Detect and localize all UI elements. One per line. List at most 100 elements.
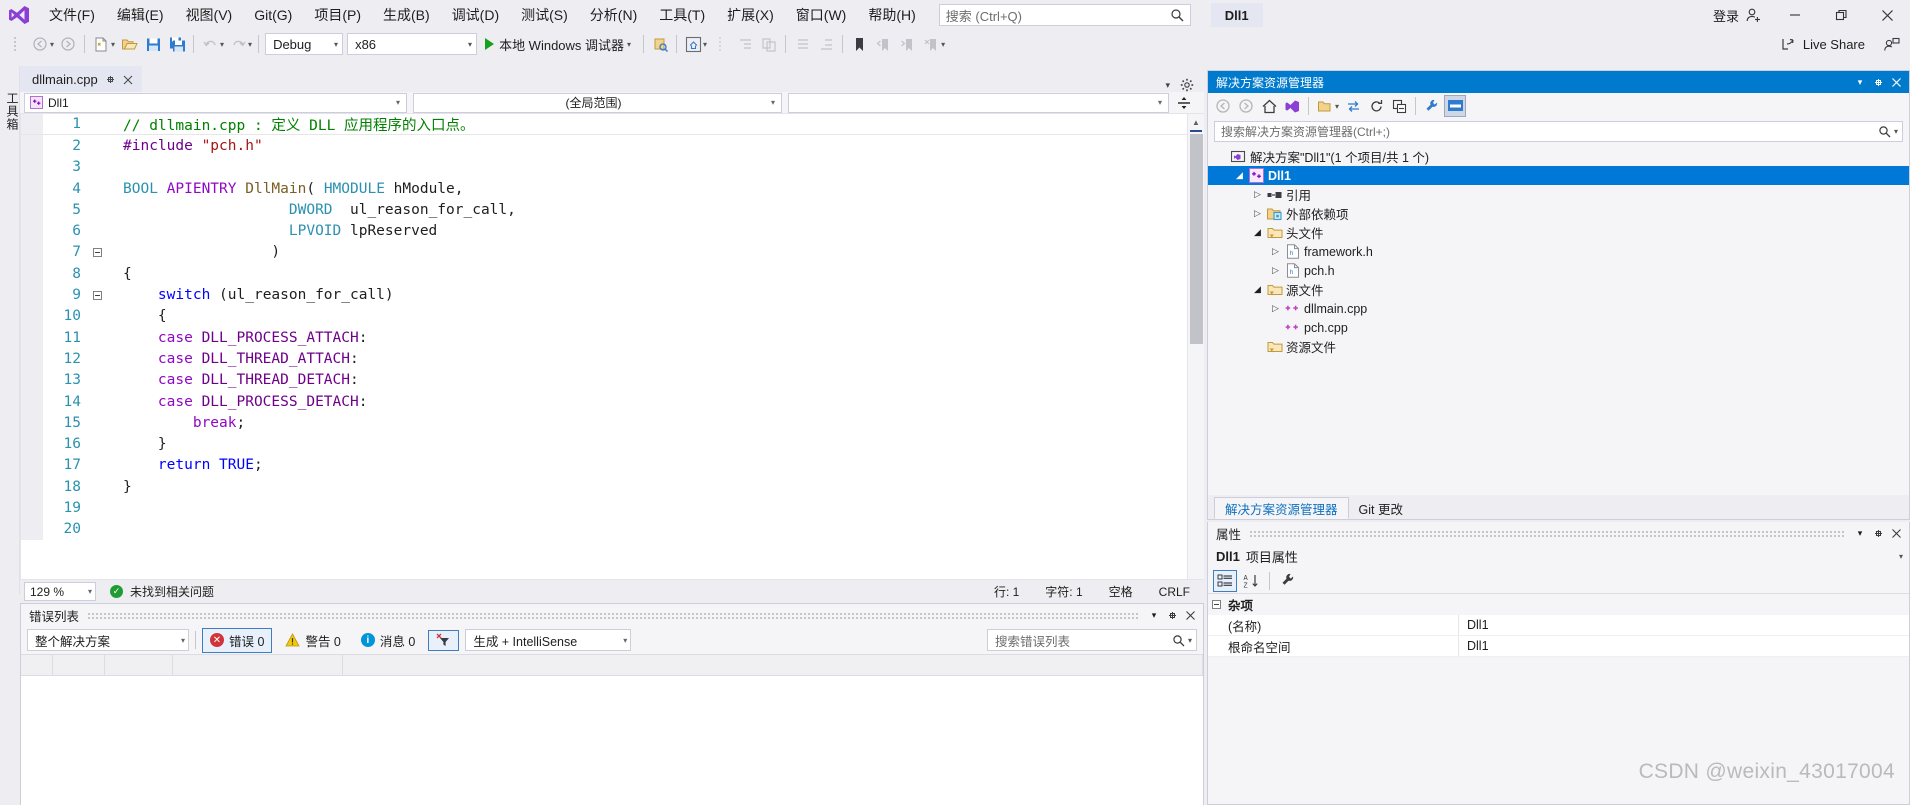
pin-panel-icon[interactable] bbox=[1869, 524, 1887, 542]
chevron-right-icon[interactable]: ▷ bbox=[1268, 246, 1283, 257]
menu-tools[interactable]: 工具(T) bbox=[648, 1, 716, 29]
property-group-misc[interactable]: 杂项 bbox=[1208, 594, 1909, 615]
properties-object-select[interactable]: Dll1 项目属性 ▾ bbox=[1208, 544, 1909, 568]
editor-gutter[interactable] bbox=[21, 199, 43, 221]
redo-caret-icon[interactable]: ▾ bbox=[248, 40, 252, 49]
clear-filters-button[interactable] bbox=[428, 629, 460, 651]
new-project-icon[interactable] bbox=[90, 33, 112, 55]
tree-item-filter-folder[interactable]: ◢ 源文件 bbox=[1208, 280, 1909, 299]
chevron-right-icon[interactable]: ▷ bbox=[1250, 189, 1265, 200]
document-tab-dllmain-cpp[interactable]: dllmain.cpp bbox=[20, 66, 142, 92]
menu-project[interactable]: 项目(P) bbox=[303, 1, 372, 29]
code-line[interactable]: 5 DWORD ul_reason_for_call, bbox=[21, 199, 1204, 221]
code-line[interactable]: 8{ bbox=[21, 263, 1204, 285]
code-line[interactable]: 15 break; bbox=[21, 412, 1204, 434]
refresh-icon[interactable] bbox=[1365, 95, 1387, 117]
editor-gutter[interactable] bbox=[21, 114, 43, 135]
tab-solution-explorer[interactable]: 解决方案资源管理器 bbox=[1214, 497, 1349, 519]
toolbar-grip-2[interactable] bbox=[710, 33, 732, 55]
menu-extensions[interactable]: 扩展(X) bbox=[716, 1, 785, 29]
new-project-caret-icon[interactable]: ▾ bbox=[111, 40, 115, 49]
column-severity[interactable] bbox=[105, 655, 173, 675]
save-all-icon[interactable] bbox=[166, 33, 188, 55]
chevron-down-icon[interactable]: ◢ bbox=[1232, 170, 1247, 181]
errors-filter-button[interactable]: ✕ 错误 0 bbox=[202, 627, 273, 653]
forward-icon[interactable] bbox=[1235, 95, 1257, 117]
editor-gutter[interactable] bbox=[21, 497, 43, 519]
search-options-caret-icon[interactable]: ▾ bbox=[1894, 127, 1898, 136]
navbar-scope-select[interactable]: (全局范围) ▾ bbox=[413, 92, 782, 113]
editor-gutter[interactable] bbox=[21, 305, 43, 327]
menu-debug[interactable]: 调试(D) bbox=[441, 1, 510, 29]
menu-file[interactable]: 文件(F) bbox=[38, 1, 106, 29]
chevron-right-icon[interactable]: ▷ bbox=[1250, 208, 1265, 219]
tree-item-cpp-file[interactable]: pch.cpp bbox=[1208, 318, 1909, 337]
panel-menu-icon[interactable]: ▾ bbox=[1851, 524, 1869, 542]
editor-gutter[interactable] bbox=[21, 241, 43, 264]
menu-analyze[interactable]: 分析(N) bbox=[579, 1, 648, 29]
property-row-root-namespace[interactable]: 根命名空间 Dll1 bbox=[1208, 636, 1909, 657]
toolbar-drag-handle[interactable] bbox=[5, 33, 27, 55]
code-line[interactable]: 13 case DLL_THREAD_DETACH: bbox=[21, 369, 1204, 391]
navigate-backward-icon[interactable] bbox=[29, 33, 51, 55]
undo-icon[interactable] bbox=[199, 33, 221, 55]
pin-panel-icon[interactable] bbox=[1163, 606, 1181, 624]
editor-gutter[interactable] bbox=[21, 412, 43, 434]
run-caret-icon[interactable]: ▾ bbox=[627, 40, 631, 49]
menu-edit[interactable]: 编辑(E) bbox=[106, 1, 175, 29]
code-line[interactable]: 2 #include "pch.h" bbox=[21, 135, 1204, 157]
tree-item-filter-folder[interactable]: ◢ 头文件 bbox=[1208, 223, 1909, 242]
code-line[interactable]: 16 } bbox=[21, 433, 1204, 455]
indent-decrease-icon[interactable] bbox=[734, 33, 756, 55]
comment-selection-icon[interactable] bbox=[758, 33, 780, 55]
chevron-right-icon[interactable]: ▷ bbox=[1268, 265, 1283, 276]
build-intellisense-select[interactable]: 生成 + IntelliSense ▾ bbox=[465, 629, 632, 651]
close-panel-icon[interactable] bbox=[1887, 524, 1905, 542]
line-ending-indicator[interactable]: CRLF bbox=[1159, 585, 1190, 599]
code-line[interactable]: 10 { bbox=[21, 305, 1204, 327]
editor-gutter[interactable] bbox=[21, 433, 43, 455]
tree-item-header-file[interactable]: ▷ h framework.h bbox=[1208, 242, 1909, 261]
close-tab-icon[interactable] bbox=[123, 75, 133, 85]
menu-help[interactable]: 帮助(H) bbox=[857, 1, 926, 29]
code-line[interactable]: 4 BOOL APIENTRY DllMain( HMODULE hModule, bbox=[21, 177, 1204, 200]
save-icon[interactable] bbox=[142, 33, 164, 55]
column-file[interactable] bbox=[343, 655, 1203, 675]
property-value[interactable]: Dll1 bbox=[1458, 636, 1909, 656]
menu-view[interactable]: 视图(V) bbox=[175, 1, 244, 29]
show-all-files-caret-icon[interactable]: ▾ bbox=[1335, 102, 1339, 111]
previous-bookmark-icon[interactable] bbox=[872, 33, 894, 55]
minimize-button[interactable] bbox=[1772, 0, 1818, 30]
code-line[interactable]: 18} bbox=[21, 476, 1204, 498]
panel-menu-icon[interactable]: ▾ bbox=[1145, 606, 1163, 624]
split-editor-icon[interactable] bbox=[1175, 96, 1193, 110]
tree-item-cpp-file[interactable]: ▷ dllmain.cpp bbox=[1208, 299, 1909, 318]
code-line[interactable]: 9 switch (ul_reason_for_call) bbox=[21, 284, 1204, 306]
warnings-filter-button[interactable]: 警告 0 bbox=[278, 629, 347, 652]
editor-gutter[interactable] bbox=[21, 518, 43, 540]
editor-gutter[interactable] bbox=[21, 177, 43, 200]
code-line[interactable]: 17 return TRUE; bbox=[21, 454, 1204, 477]
close-button[interactable] bbox=[1864, 0, 1910, 30]
code-line[interactable]: 20 bbox=[21, 518, 1204, 540]
toolbox-strip[interactable]: 工具箱 bbox=[0, 66, 20, 595]
properties-window-icon[interactable] bbox=[1421, 95, 1443, 117]
toggle-bookmark-icon[interactable] bbox=[848, 33, 870, 55]
close-panel-icon[interactable] bbox=[1887, 73, 1905, 91]
chevron-down-icon[interactable]: ◢ bbox=[1250, 284, 1265, 295]
scroll-up-icon[interactable]: ▲ bbox=[1188, 114, 1204, 130]
uncomment-icon[interactable] bbox=[815, 33, 837, 55]
solution-explorer-search-input[interactable]: 搜索解决方案资源管理器(Ctrl+;) ▾ bbox=[1214, 121, 1903, 142]
search-options-caret-icon[interactable]: ▾ bbox=[1188, 636, 1192, 645]
editor-gutter[interactable] bbox=[21, 390, 43, 413]
solution-platform-select[interactable]: x86 ▾ bbox=[347, 33, 478, 55]
categorized-view-icon[interactable] bbox=[1213, 569, 1237, 592]
undo-caret-icon[interactable]: ▾ bbox=[220, 40, 224, 49]
back-icon[interactable] bbox=[1212, 95, 1234, 117]
indentation-indicator[interactable]: 空格 bbox=[1109, 583, 1133, 600]
solution-root-icon[interactable] bbox=[1281, 95, 1303, 117]
panel-drag-grip[interactable] bbox=[1249, 529, 1845, 537]
menu-window[interactable]: 窗口(W) bbox=[785, 1, 858, 29]
pin-tab-icon[interactable] bbox=[105, 74, 116, 85]
zoom-level-select[interactable]: 129 % ▾ bbox=[24, 582, 96, 601]
